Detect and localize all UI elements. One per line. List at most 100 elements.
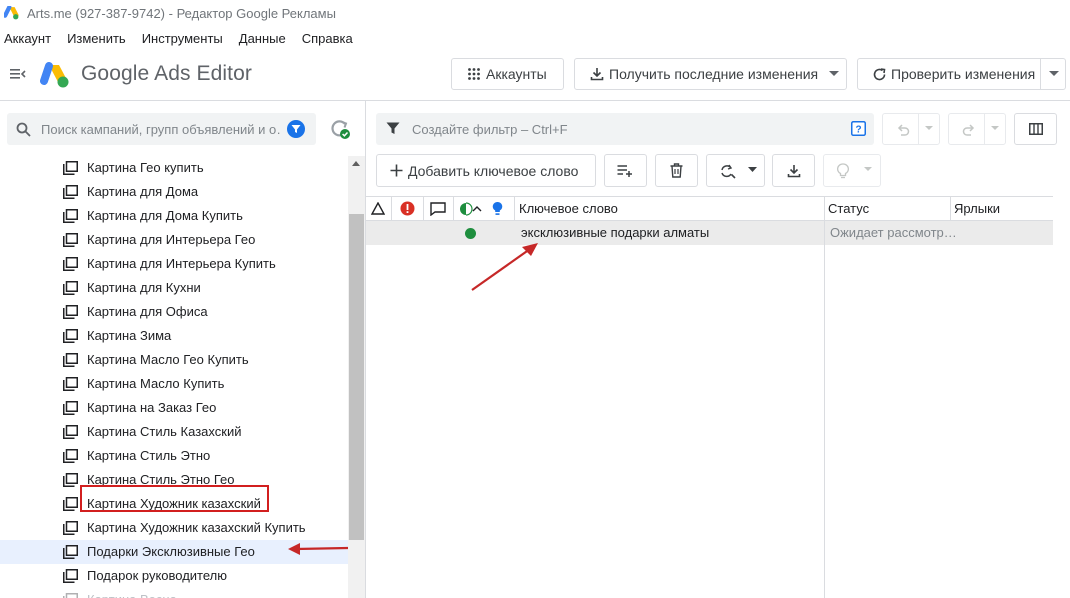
add-keyword-label: Добавить ключевое слово <box>408 162 579 179</box>
filter-toggle-icon[interactable] <box>287 120 305 138</box>
chevron-down-icon[interactable] <box>748 167 757 172</box>
status-sort-icon[interactable] <box>459 202 483 216</box>
sidebar-item[interactable]: Подарок руководителю <box>0 564 348 588</box>
menu-help[interactable]: Справка <box>298 31 357 46</box>
column-status-header[interactable]: Статус <box>828 201 869 216</box>
grid-scrollbar[interactable] <box>1053 196 1070 598</box>
keywords-grid: Ключевое слово Статус Ярлыки эксклюзивны… <box>366 196 1070 598</box>
menu-edit[interactable]: Изменить <box>63 31 130 46</box>
export-button[interactable] <box>772 154 815 187</box>
chevron-down-icon[interactable] <box>991 126 999 131</box>
sidebar-item[interactable]: Картина на Заказ Гео <box>0 396 348 420</box>
ad-group-icon <box>63 425 78 439</box>
scroll-up-icon[interactable] <box>352 161 360 166</box>
window-title-bar: Arts.me (927-387-9742) - Редактор Google… <box>0 0 1070 26</box>
sidebar-item[interactable]: Картина Зима <box>0 324 348 348</box>
error-icon[interactable] <box>400 201 415 216</box>
tree-search-input[interactable] <box>41 119 281 139</box>
sidebar-item[interactable]: Подарки Эксклюзивные Гео <box>0 540 348 564</box>
account-tree-panel: Картина Гео купить Картина для Дома Картин… <box>0 101 365 598</box>
get-changes-label: Получить последние изменения <box>609 66 819 82</box>
ad-group-icon <box>63 545 78 559</box>
lightbulb-icon[interactable] <box>492 201 503 217</box>
sidebar-item[interactable]: Картина Стиль Этно <box>0 444 348 468</box>
sidebar-item[interactable]: Картина для Дома <box>0 180 348 204</box>
column-labels-header[interactable]: Ярлыки <box>954 201 1000 216</box>
replace-button[interactable] <box>706 154 765 187</box>
chevron-down-icon[interactable] <box>829 71 839 77</box>
sidebar-item[interactable]: Картина Масло Купить <box>0 372 348 396</box>
chevron-down-icon[interactable] <box>1049 71 1059 77</box>
warning-triangle-icon[interactable] <box>371 202 385 215</box>
sidebar-item[interactable]: Картина Весна <box>0 588 348 598</box>
add-keyword-button[interactable]: Добавить ключевое слово <box>376 154 596 187</box>
status-cell[interactable]: Ожидает рассмотр… <box>830 225 957 240</box>
tree-scrollbar[interactable] <box>348 156 365 598</box>
split-divider <box>918 114 919 144</box>
playlist-add-icon <box>617 165 632 177</box>
column-divider <box>950 197 951 221</box>
ad-group-icon <box>63 569 78 583</box>
lightbulb-icon <box>837 163 849 179</box>
sidebar-item-label: Картина для Кухни <box>87 280 201 295</box>
column-keyword-header[interactable]: Ключевое слово <box>519 201 618 216</box>
sidebar-item[interactable]: Картина для Интерьера Купить <box>0 252 348 276</box>
apps-grid-icon <box>467 67 481 81</box>
menu-data[interactable]: Данные <box>235 31 290 46</box>
sidebar-item-label: Картина Художник казахский Купить <box>87 520 306 535</box>
table-row[interactable]: эксклюзивные подарки алматы Ожидает расс… <box>366 221 1070 245</box>
annotation-highlight-box <box>80 485 269 512</box>
comment-icon[interactable] <box>430 202 446 216</box>
check-changes-button[interactable]: Проверить изменения <box>857 58 1066 90</box>
sidebar-item[interactable]: Картина для Дома Купить <box>0 204 348 228</box>
chevron-down-icon[interactable] <box>925 126 933 131</box>
sidebar-item[interactable]: Картина Масло Гео Купить <box>0 348 348 372</box>
collapse-menu-icon[interactable] <box>10 67 26 81</box>
plus-icon <box>390 164 403 177</box>
status-enabled-icon <box>465 228 476 239</box>
svg-text:?: ? <box>855 125 861 136</box>
window-title: Arts.me (927-387-9742) - Редактор Google… <box>27 5 336 21</box>
scrollbar-thumb[interactable] <box>349 214 364 540</box>
filter-input[interactable] <box>412 119 832 139</box>
menu-account[interactable]: Аккаунт <box>0 31 55 46</box>
help-icon[interactable]: ? <box>851 121 866 136</box>
filter-box: ? <box>376 113 874 145</box>
ad-group-icon <box>63 473 78 487</box>
columns-button[interactable] <box>1014 113 1057 145</box>
sidebar-item[interactable]: Картина для Интерьера Гео <box>0 228 348 252</box>
undo-button[interactable] <box>882 113 940 145</box>
keyword-cell[interactable]: эксклюзивные подарки алматы <box>521 225 709 240</box>
recommendations-button[interactable] <box>823 154 881 187</box>
get-recent-changes-button[interactable]: Получить последние изменения <box>574 58 847 90</box>
ad-group-icon <box>63 161 78 175</box>
delete-button[interactable] <box>655 154 698 187</box>
ad-group-icon <box>63 185 78 199</box>
menu-tools[interactable]: Инструменты <box>138 31 227 46</box>
sidebar-item-label: Картина Зима <box>87 328 172 343</box>
add-multiple-button[interactable] <box>604 154 647 187</box>
ad-group-icon <box>63 233 78 247</box>
check-changes-label: Проверить изменения <box>891 66 1036 82</box>
chevron-down-icon[interactable] <box>864 167 872 172</box>
sidebar-item[interactable]: Картина для Офиса <box>0 300 348 324</box>
redo-icon <box>962 124 975 136</box>
columns-icon <box>1028 123 1043 135</box>
sidebar-item-label: Картина на Заказ Гео <box>87 400 217 415</box>
sidebar-item[interactable]: Картина Гео купить <box>0 156 348 180</box>
ad-group-icon <box>63 257 78 271</box>
column-divider <box>391 197 392 221</box>
sidebar-item-label: Картина Масло Купить <box>87 376 225 391</box>
sidebar-item-label: Картина Стиль Этно <box>87 448 211 463</box>
app-header: Google Ads Editor Аккаунты Получить посл… <box>0 52 1070 98</box>
ad-group-icon <box>63 377 78 391</box>
sidebar-item[interactable]: Картина для Кухни <box>0 276 348 300</box>
sync-check-icon[interactable] <box>329 118 351 140</box>
column-divider <box>514 197 515 221</box>
grid-header: Ключевое слово Статус Ярлыки <box>366 196 1070 221</box>
redo-button[interactable] <box>948 113 1006 145</box>
sidebar-item[interactable]: Картина Стиль Казахский <box>0 420 348 444</box>
sidebar-item[interactable]: Картина Художник казахский Купить <box>0 516 348 540</box>
ad-group-icon <box>63 329 78 343</box>
accounts-button[interactable]: Аккаунты <box>451 58 564 90</box>
